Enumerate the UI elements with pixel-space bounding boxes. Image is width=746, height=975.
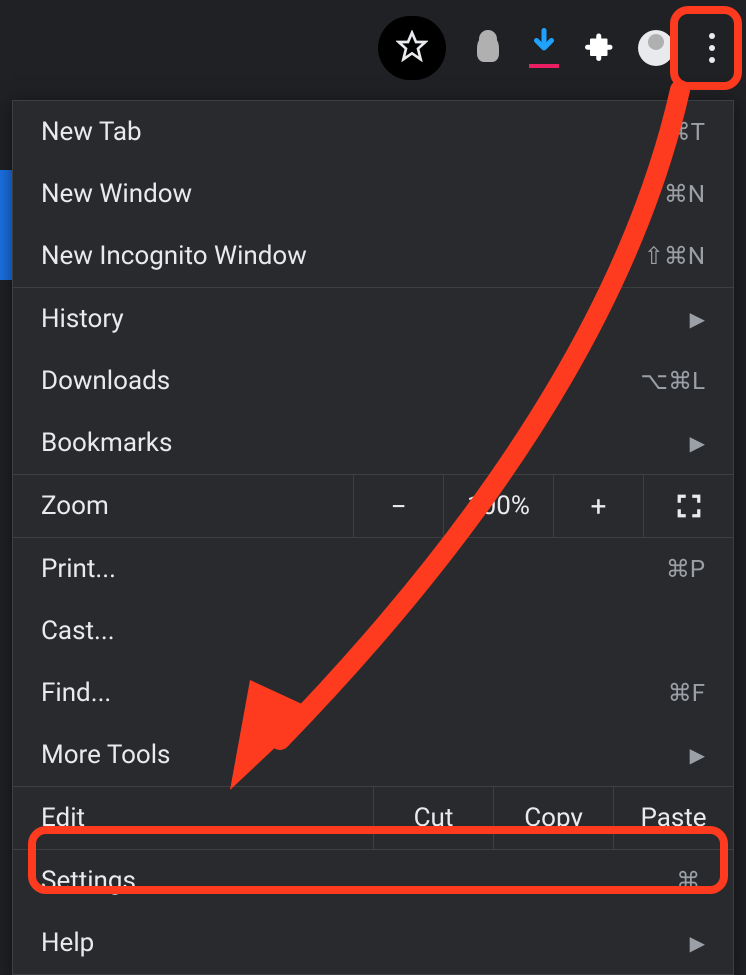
user-icon[interactable] (464, 24, 512, 72)
menu-new-window[interactable]: New Window ⌘N (13, 163, 733, 225)
menu-item-label: Cast... (41, 616, 115, 646)
menu-item-label: Downloads (41, 366, 170, 396)
more-menu-button[interactable] (688, 24, 736, 72)
menu-item-shortcut: ⌘, (676, 867, 705, 895)
menu-item-label: Bookmarks (41, 428, 172, 458)
edit-copy-button[interactable]: Copy (493, 787, 613, 849)
menu-item-label: More Tools (41, 740, 170, 770)
chevron-right-icon: ▶ (690, 743, 705, 767)
menu-zoom-row: Zoom − 100% + (13, 475, 733, 537)
page-content-strip (0, 170, 12, 280)
chevron-right-icon: ▶ (690, 431, 705, 455)
bookmark-star-icon[interactable] (396, 30, 428, 66)
menu-item-label: Find... (41, 678, 111, 708)
chevron-right-icon: ▶ (690, 307, 705, 331)
menu-item-shortcut: ⌘T (667, 118, 705, 146)
menu-item-label: New Tab (41, 117, 142, 147)
chrome-main-menu: New Tab ⌘T New Window ⌘N New Incognito W… (12, 100, 734, 975)
menu-item-shortcut: ⌘F (668, 679, 705, 707)
omnibox-right (378, 16, 446, 80)
edit-label: Edit (13, 787, 373, 849)
downloads-icon[interactable] (520, 24, 568, 72)
edit-paste-button[interactable]: Paste (613, 787, 733, 849)
chevron-right-icon: ▶ (690, 931, 705, 955)
menu-item-shortcut: ⌘P (666, 555, 705, 583)
menu-downloads[interactable]: Downloads ⌥⌘L (13, 350, 733, 412)
menu-edit-row: Edit Cut Copy Paste (13, 787, 733, 849)
menu-print[interactable]: Print... ⌘P (13, 538, 733, 600)
menu-item-label: Print... (41, 554, 116, 584)
menu-cast[interactable]: Cast... (13, 600, 733, 662)
zoom-value: 100% (443, 475, 553, 537)
menu-new-incognito-window[interactable]: New Incognito Window ⇧⌘N (13, 225, 733, 287)
menu-find[interactable]: Find... ⌘F (13, 662, 733, 724)
menu-item-label: History (41, 304, 124, 334)
menu-history[interactable]: History ▶ (13, 288, 733, 350)
annotation-kebab-highlight (670, 6, 742, 90)
three-dots-vertical-icon (709, 33, 715, 63)
zoom-in-button[interactable]: + (553, 475, 643, 537)
fullscreen-icon (676, 493, 702, 519)
fullscreen-button[interactable] (643, 475, 733, 537)
menu-new-tab[interactable]: New Tab ⌘T (13, 101, 733, 163)
menu-item-label: Help (41, 928, 94, 958)
menu-bookmarks[interactable]: Bookmarks ▶ (13, 412, 733, 474)
profile-avatar[interactable] (632, 24, 680, 72)
menu-item-shortcut: ⇧⌘N (644, 242, 705, 270)
menu-settings[interactable]: Settings ⌘, (13, 850, 733, 912)
zoom-out-button[interactable]: − (353, 475, 443, 537)
menu-item-shortcut: ⌘N (664, 180, 705, 208)
menu-more-tools[interactable]: More Tools ▶ (13, 724, 733, 786)
menu-item-label: New Window (41, 179, 192, 209)
extensions-icon[interactable] (576, 24, 624, 72)
zoom-label: Zoom (13, 475, 353, 537)
browser-toolbar (0, 0, 746, 95)
menu-item-label: Settings (41, 866, 136, 896)
menu-item-shortcut: ⌥⌘L (640, 367, 705, 395)
edit-cut-button[interactable]: Cut (373, 787, 493, 849)
menu-help[interactable]: Help ▶ (13, 912, 733, 974)
menu-item-label: New Incognito Window (41, 241, 307, 271)
